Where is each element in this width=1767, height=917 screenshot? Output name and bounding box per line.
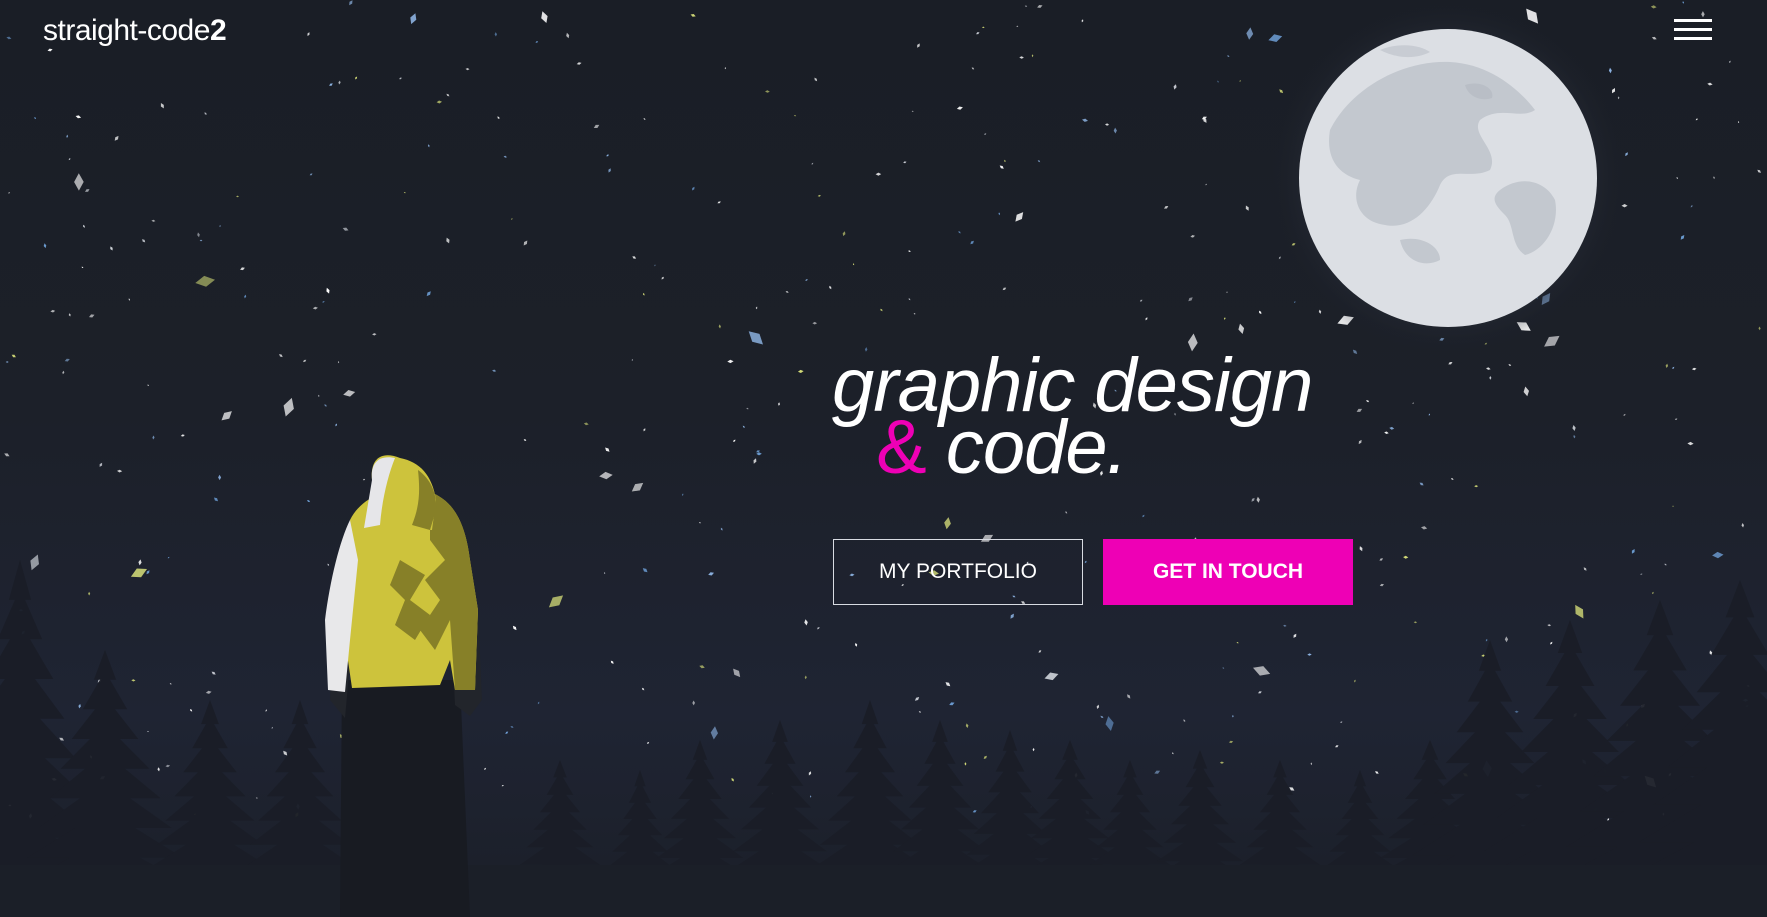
headline-ampersand: & [876, 405, 927, 490]
brand-name: straight-code [43, 14, 210, 47]
menu-bar-middle [1674, 28, 1712, 31]
menu-bar-bottom [1674, 37, 1712, 40]
brand-logo[interactable]: straight-code2 [43, 14, 227, 48]
brand-version: 2 [209, 14, 227, 47]
menu-bar-top [1674, 19, 1712, 22]
hero-section: straight-code2 graphic design & code. MY… [0, 0, 1767, 917]
hero-headline: graphic design & code. [832, 348, 1313, 486]
hamburger-menu-icon[interactable] [1672, 16, 1714, 46]
my-portfolio-button[interactable]: MY PORTFOLIO [833, 539, 1083, 605]
get-in-touch-button[interactable]: GET IN TOUCH [1103, 539, 1353, 605]
headline-code: code. [945, 405, 1128, 490]
